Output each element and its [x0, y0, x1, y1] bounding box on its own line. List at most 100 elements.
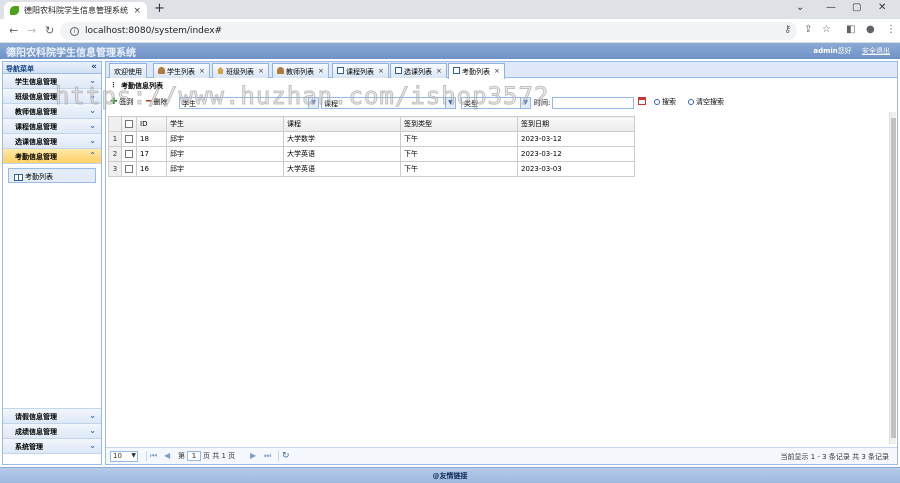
- attendance-table: ID 学生 课程 签到类型 签到日期 1 18 邱宇 大学数学 下午 2023-…: [108, 116, 635, 177]
- time-filter: 时间:: [534, 97, 635, 109]
- maximize-icon[interactable]: ▢: [852, 2, 861, 13]
- close-tab-icon[interactable]: ×: [258, 67, 264, 78]
- window-close-icon[interactable]: ✕: [878, 2, 886, 13]
- table-row[interactable]: 3 16 邱宇 大学英语 下午 2023-03-03: [108, 161, 635, 177]
- bookmark-star-icon[interactable]: ☆: [822, 24, 831, 35]
- footer: @友情链接: [0, 467, 900, 483]
- scrollbar-thumb[interactable]: [891, 118, 896, 438]
- close-tab-icon[interactable]: ×: [133, 6, 141, 16]
- record-count-info: 当前显示 1 - 3 条记录 共 3 条记录: [780, 453, 889, 461]
- sidebar-item-teacher[interactable]: 教师信息管理 ⌄: [3, 104, 101, 119]
- page-size-select[interactable]: 10 ▼: [110, 451, 138, 462]
- collapse-sidebar-icon[interactable]: «: [91, 62, 97, 72]
- column-header-id[interactable]: ID: [136, 116, 167, 132]
- back-icon[interactable]: ←: [9, 24, 18, 37]
- cell-date: 2023-03-12: [517, 131, 635, 147]
- select-all-checkbox[interactable]: [121, 116, 137, 132]
- tab-selection-list[interactable]: 选课列表 ×: [390, 63, 447, 78]
- row-number-header: [108, 116, 122, 132]
- row-checkbox[interactable]: [121, 131, 137, 147]
- prev-page-icon: ◀: [164, 451, 171, 460]
- tab-attendance-list[interactable]: 考勤列表 ×: [448, 63, 505, 79]
- tab-welcome[interactable]: 欢迎使用: [109, 63, 147, 78]
- column-header-type[interactable]: 签到类型: [400, 116, 518, 132]
- browser-tab-title: 德阳农科院学生信息管理系统 管理后台: [24, 6, 129, 15]
- side-panel-icon[interactable]: ◧: [846, 24, 855, 35]
- row-checkbox[interactable]: [121, 161, 137, 177]
- date-input[interactable]: [552, 97, 635, 109]
- cell-student: 邱宇: [166, 146, 284, 162]
- last-page-button[interactable]: ⏭: [264, 451, 271, 461]
- reload-icon[interactable]: ↻: [45, 24, 54, 37]
- profile-icon[interactable]: ●: [866, 24, 875, 35]
- logout-link[interactable]: 安全退出: [862, 47, 890, 55]
- address-bar[interactable]: i localhost:8080/system/index#: [60, 22, 797, 40]
- sidebar-item-leave[interactable]: 请假信息管理 ⌄: [3, 409, 101, 424]
- refresh-button[interactable]: ↻: [282, 451, 290, 461]
- sidebar-item-selection[interactable]: 选课信息管理 ⌄: [3, 134, 101, 149]
- minimize-icon[interactable]: —: [826, 2, 836, 13]
- sidebar-item-label: 教师信息管理: [15, 108, 57, 116]
- table-row[interactable]: 1 18 邱宇 大学数学 下午 2023-03-12: [108, 131, 635, 147]
- friend-links[interactable]: @友情链接: [433, 472, 468, 480]
- sidebar-item-system[interactable]: 系统管理 ⌄: [3, 439, 101, 454]
- share-icon[interactable]: ⇪: [804, 24, 812, 35]
- type-select[interactable]: 类型 ▼: [461, 97, 531, 109]
- sidebar-item-student[interactable]: 学生信息管理 ⌄: [3, 74, 101, 89]
- close-tab-icon[interactable]: ×: [318, 67, 324, 78]
- tab-class-list[interactable]: 班级列表 ×: [212, 63, 269, 78]
- site-info-icon[interactable]: i: [70, 26, 79, 36]
- new-tab-button[interactable]: +: [154, 2, 165, 16]
- calendar-icon[interactable]: [638, 97, 646, 105]
- sidebar-item-class[interactable]: 班级信息管理 ⌄: [3, 89, 101, 104]
- tab-label: 选课列表: [404, 68, 432, 76]
- tab-student-list[interactable]: 学生列表 ×: [153, 63, 210, 78]
- forward-icon[interactable]: →: [27, 24, 36, 37]
- search-icon: [688, 99, 694, 105]
- column-header-student[interactable]: 学生: [166, 116, 284, 132]
- first-page-icon: ⏮: [150, 451, 158, 460]
- browser-tab[interactable]: 德阳农科院学生信息管理系统 管理后台 ×: [4, 2, 147, 19]
- column-header-course[interactable]: 课程: [283, 116, 401, 132]
- menu-icon[interactable]: ⋮: [886, 24, 896, 35]
- tab-course-list[interactable]: 课程列表 ×: [332, 63, 389, 78]
- sidebar-link-attendance-list[interactable]: 考勤列表: [8, 168, 96, 183]
- plus-icon: ✚: [110, 97, 118, 107]
- expand-icon: ⌄: [89, 91, 96, 100]
- row-number: 1: [108, 131, 122, 147]
- row-number: 3: [108, 161, 122, 177]
- tab-search-icon[interactable]: ⌄: [796, 2, 804, 13]
- sidebar-item-grades[interactable]: 成绩信息管理 ⌄: [3, 424, 101, 439]
- tab-teacher-list[interactable]: 教师列表 ×: [272, 63, 329, 78]
- student-select[interactable]: 学生 ▼: [179, 97, 319, 109]
- close-tab-icon[interactable]: ×: [378, 67, 384, 78]
- close-tab-icon[interactable]: ×: [436, 67, 442, 78]
- pager-separator: [146, 451, 147, 461]
- column-header-date[interactable]: 签到日期: [517, 116, 635, 132]
- first-page-button[interactable]: ⏮: [150, 451, 157, 461]
- key-icon[interactable]: ⚷: [784, 24, 791, 35]
- page-number-input[interactable]: 1: [187, 451, 201, 461]
- vertical-scrollbar[interactable]: [889, 112, 896, 444]
- search-button[interactable]: 搜索: [654, 97, 676, 107]
- sidebar-item-course[interactable]: 课程信息管理 ⌄: [3, 119, 101, 134]
- clear-search-button[interactable]: 清空搜索: [688, 97, 724, 107]
- next-page-button[interactable]: ▶: [250, 451, 256, 460]
- add-button[interactable]: ✚ 签到: [110, 97, 134, 107]
- sidebar-item-label: 请假信息管理: [15, 413, 57, 421]
- course-select[interactable]: 课程 ▼: [321, 97, 456, 109]
- cell-id: 16: [136, 161, 167, 177]
- prev-page-button[interactable]: ◀: [164, 451, 170, 460]
- sidebar-item-label: 班级信息管理: [15, 93, 57, 101]
- table-header-row: ID 学生 课程 签到类型 签到日期: [108, 116, 635, 132]
- book-icon: [453, 67, 460, 74]
- delete-button[interactable]: ━ 删除: [146, 97, 167, 107]
- delete-label: 删除: [153, 98, 168, 106]
- close-tab-icon[interactable]: ×: [199, 67, 205, 78]
- sidebar-item-attendance[interactable]: 考勤信息管理 ⌃: [3, 149, 101, 164]
- table-row[interactable]: 2 17 邱宇 大学英语 下午 2023-03-12: [108, 146, 635, 162]
- row-checkbox[interactable]: [121, 146, 137, 162]
- page-prefix: 第: [178, 452, 185, 460]
- book-icon: [14, 173, 23, 181]
- chevron-down-icon: ▼: [131, 452, 136, 459]
